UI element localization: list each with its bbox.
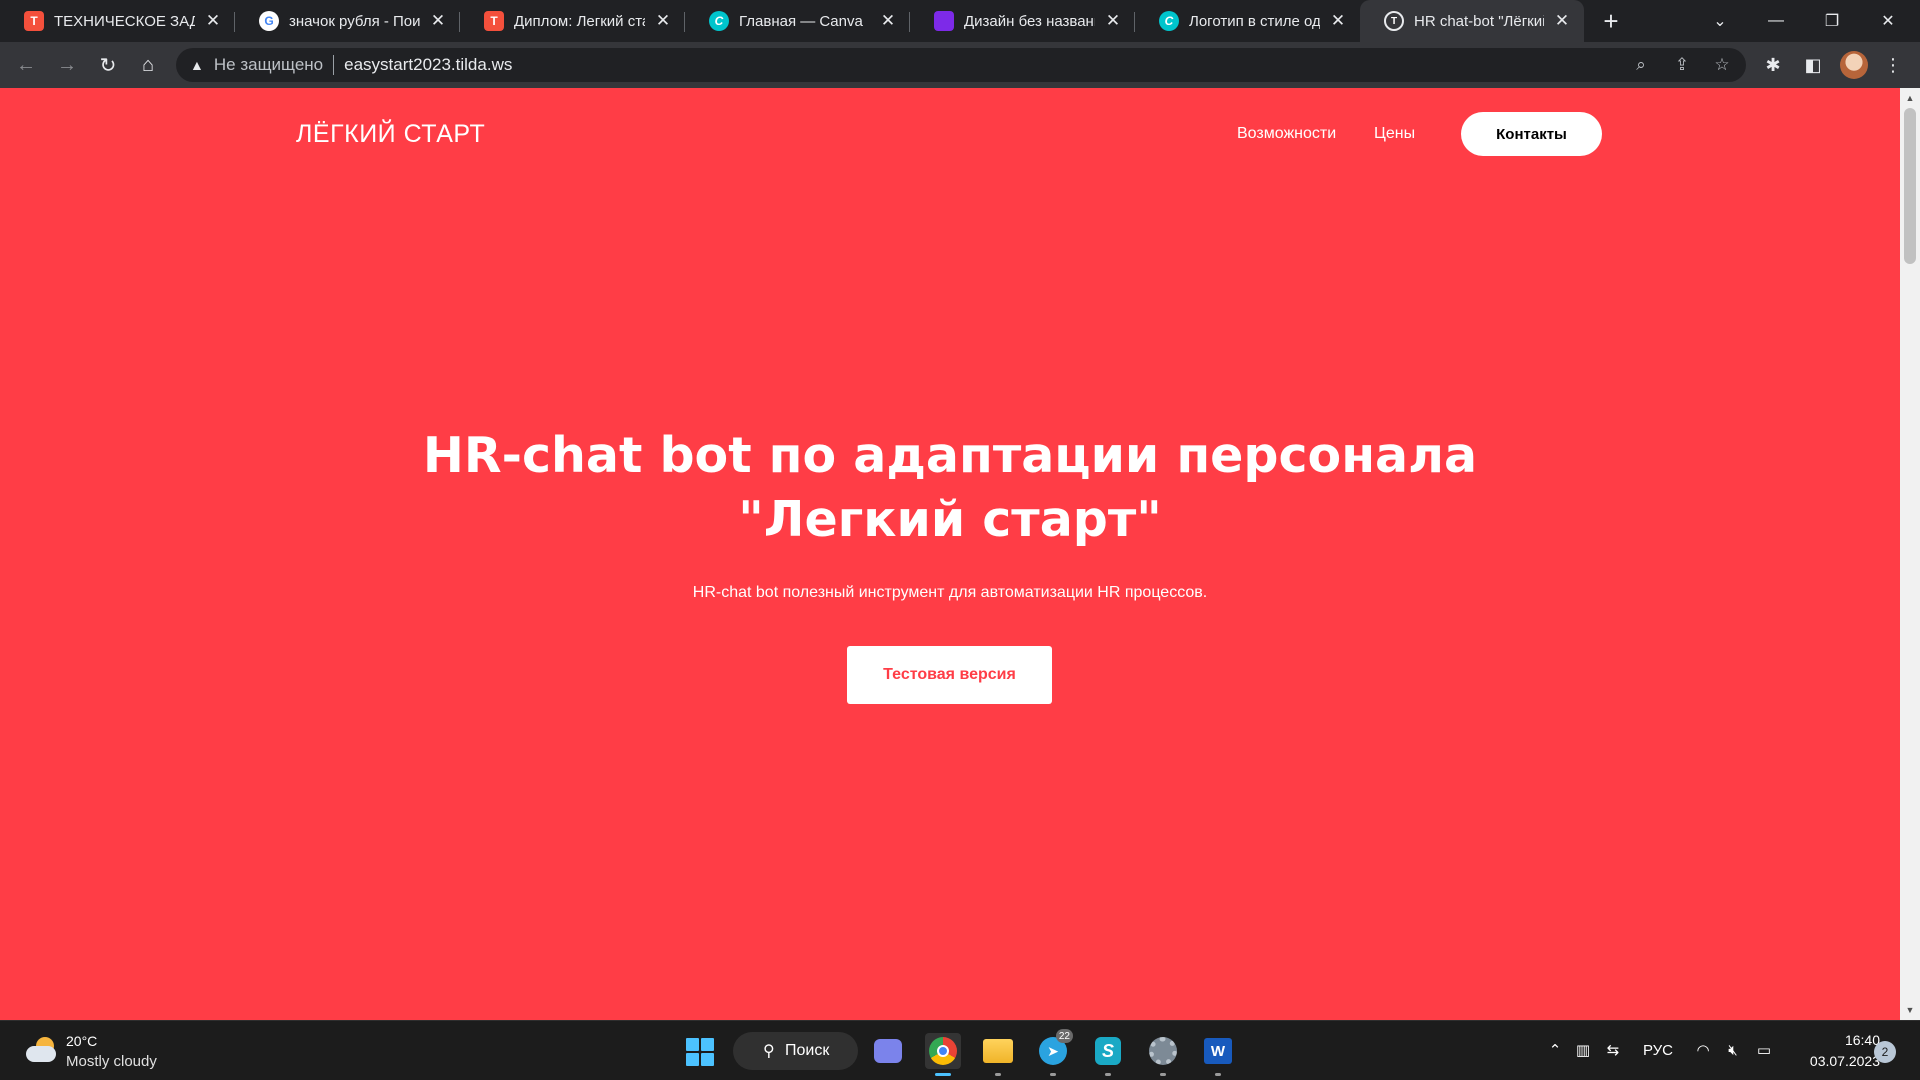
close-tab-icon[interactable]: ✕ bbox=[203, 11, 223, 31]
hero-title-line-1: HR-chat bot по адаптации персонала bbox=[422, 427, 1478, 484]
tab-ruble-search[interactable]: G значок рубля - Поиск ✕ bbox=[235, 0, 460, 42]
teams-app-icon[interactable] bbox=[870, 1033, 906, 1069]
tab-diploma[interactable]: T Диплом: Легкий старт ✕ bbox=[460, 0, 685, 42]
close-tab-icon[interactable]: ✕ bbox=[653, 11, 673, 31]
close-tab-icon[interactable]: ✕ bbox=[1552, 11, 1572, 31]
scrollbar-thumb[interactable] bbox=[1904, 108, 1916, 264]
warning-triangle-icon[interactable]: ▲ bbox=[190, 57, 204, 73]
tab-title: ТЕХНИЧЕСКОЕ ЗАДАНИЕ bbox=[54, 12, 195, 30]
tilda-favicon-icon: T bbox=[484, 11, 504, 31]
weather-condition[interactable]: Mostly cloudy bbox=[66, 1053, 157, 1070]
url-text[interactable]: easystart2023.tilda.ws bbox=[344, 55, 512, 75]
settings-gear-icon[interactable] bbox=[1145, 1033, 1181, 1076]
tab-title: HR chat-bot "Лёгкий старт" bbox=[1414, 12, 1544, 30]
word-app-icon[interactable]: W bbox=[1200, 1033, 1236, 1076]
tab-title: Логотип в стиле одного bbox=[1189, 12, 1320, 30]
file-explorer-icon[interactable] bbox=[980, 1033, 1016, 1076]
search-icon: ⚲ bbox=[763, 1043, 775, 1060]
meet-now-icon[interactable]: ▥ bbox=[1572, 1039, 1594, 1061]
hero-title-line-2: "Легкий старт" bbox=[738, 491, 1162, 548]
windows-start-icon[interactable] bbox=[686, 1038, 714, 1066]
nav-link-prices[interactable]: Цены bbox=[1374, 125, 1415, 143]
close-tab-icon[interactable]: ✕ bbox=[1328, 11, 1348, 31]
google-favicon-icon: G bbox=[259, 11, 279, 31]
taskbar: 20°C Mostly cloudy ⚲ Поиск ➤ 22 S W ⌃ ▥ … bbox=[0, 1020, 1920, 1080]
clock-time[interactable]: 16:40 bbox=[1820, 1032, 1880, 1048]
tab-title: Диплом: Легкий старт bbox=[514, 12, 645, 30]
volume-muted-icon[interactable]: 🔇︎ bbox=[1722, 1039, 1744, 1061]
canva-favicon-icon: C bbox=[1159, 11, 1179, 31]
data-transfer-icon[interactable]: ⇆ bbox=[1602, 1039, 1624, 1061]
home-icon[interactable]: ⌂ bbox=[132, 49, 164, 81]
new-tab-button[interactable]: + bbox=[1596, 6, 1626, 36]
restore-icon[interactable]: ❐ bbox=[1804, 0, 1860, 42]
weather-temperature[interactable]: 20°C bbox=[66, 1033, 97, 1049]
scroll-down-arrow-icon[interactable]: ▼ bbox=[1900, 1002, 1920, 1018]
close-tab-icon[interactable]: ✕ bbox=[428, 11, 448, 31]
side-panel-icon[interactable]: ◧ bbox=[1802, 54, 1824, 76]
minimize-icon[interactable]: — bbox=[1748, 0, 1804, 42]
browser-toolbar: ← → ↻ ⌂ ▲ Не защищено easystart2023.tild… bbox=[0, 42, 1920, 88]
tab-canva-home[interactable]: C Главная — Canva ✕ bbox=[685, 0, 910, 42]
nav-link-features[interactable]: Возможности bbox=[1237, 125, 1336, 143]
telegram-badge: 22 bbox=[1055, 1029, 1073, 1043]
input-language[interactable]: РУС bbox=[1638, 1039, 1678, 1061]
canva-design-favicon-icon bbox=[934, 11, 954, 31]
wifi-icon[interactable]: ◠ bbox=[1692, 1039, 1714, 1061]
back-arrow-icon[interactable]: ← bbox=[10, 49, 42, 81]
profile-avatar[interactable] bbox=[1840, 51, 1868, 79]
tilda-site-favicon-icon: T bbox=[1384, 11, 1404, 31]
weather-cloudy-icon[interactable] bbox=[24, 1037, 58, 1065]
contacts-button[interactable]: Контакты bbox=[1461, 112, 1602, 156]
close-window-icon[interactable]: ✕ bbox=[1860, 0, 1916, 42]
tab-technical-task[interactable]: T ТЕХНИЧЕСКОЕ ЗАДАНИЕ ✕ bbox=[0, 0, 235, 42]
hero-subtitle: HR-chat bot полезный инструмент для авто… bbox=[692, 584, 1208, 601]
bookmark-star-icon[interactable]: ☆ bbox=[1712, 55, 1732, 75]
tab-search-icon[interactable]: ⌄ bbox=[1692, 0, 1748, 42]
forward-arrow-icon[interactable]: → bbox=[51, 49, 83, 81]
security-label[interactable]: Не защищено bbox=[214, 55, 323, 75]
address-divider bbox=[333, 55, 335, 75]
page-scrollbar[interactable]: ▲ ▼ bbox=[1900, 88, 1920, 1020]
canva-favicon-icon: C bbox=[709, 11, 729, 31]
chevron-up-icon[interactable]: ⌃ bbox=[1544, 1039, 1566, 1061]
tab-title: значок рубля - Поиск bbox=[289, 12, 420, 30]
close-tab-icon[interactable]: ✕ bbox=[1103, 11, 1123, 31]
chrome-app-icon[interactable] bbox=[925, 1033, 961, 1076]
notification-count-badge[interactable]: 2 bbox=[1874, 1041, 1896, 1063]
tab-strip: T ТЕХНИЧЕСКОЕ ЗАДАНИЕ ✕ G значок рубля -… bbox=[0, 0, 1920, 42]
reload-icon[interactable]: ↻ bbox=[92, 49, 124, 81]
close-tab-icon[interactable]: ✕ bbox=[878, 11, 898, 31]
taskbar-search[interactable]: ⚲ Поиск bbox=[733, 1032, 858, 1070]
hero-title: HR-chat bot по адаптации персонала "Легк… bbox=[350, 424, 1550, 552]
skype-app-icon[interactable]: S bbox=[1090, 1033, 1126, 1076]
tilda-favicon-icon: T bbox=[24, 11, 44, 31]
webpage: ЛЁГКИЙ СТАРТ Возможности Цены Контакты H… bbox=[0, 88, 1900, 1020]
clock-date[interactable]: 03.07.2023 bbox=[1790, 1053, 1880, 1069]
tab-untitled-design[interactable]: Дизайн без названия ✕ bbox=[910, 0, 1135, 42]
site-logo[interactable]: ЛЁГКИЙ СТАРТ bbox=[296, 120, 485, 149]
scroll-up-arrow-icon[interactable]: ▲ bbox=[1900, 90, 1920, 106]
tab-hr-chat-bot[interactable]: T HR chat-bot "Лёгкий старт" ✕ bbox=[1360, 0, 1584, 42]
taskbar-search-label: Поиск bbox=[785, 1042, 830, 1059]
tab-title: Дизайн без названия bbox=[964, 12, 1095, 30]
battery-icon[interactable]: ▭ bbox=[1752, 1039, 1776, 1061]
tab-logo-style[interactable]: C Логотип в стиле одного ✕ bbox=[1135, 0, 1360, 42]
tab-title: Главная — Canva bbox=[739, 12, 863, 30]
address-bar[interactable]: ▲ Не защищено easystart2023.tilda.ws ⌕ ⇪… bbox=[176, 48, 1746, 82]
menu-kebab-icon[interactable]: ⋮ bbox=[1882, 54, 1904, 76]
test-version-button[interactable]: Тестовая версия bbox=[847, 646, 1052, 704]
zoom-icon[interactable]: ⌕ bbox=[1631, 55, 1651, 75]
share-icon[interactable]: ⇪ bbox=[1672, 55, 1692, 75]
extensions-puzzle-icon[interactable]: ✱ bbox=[1762, 54, 1784, 76]
telegram-app-icon[interactable]: ➤ 22 bbox=[1035, 1029, 1073, 1076]
